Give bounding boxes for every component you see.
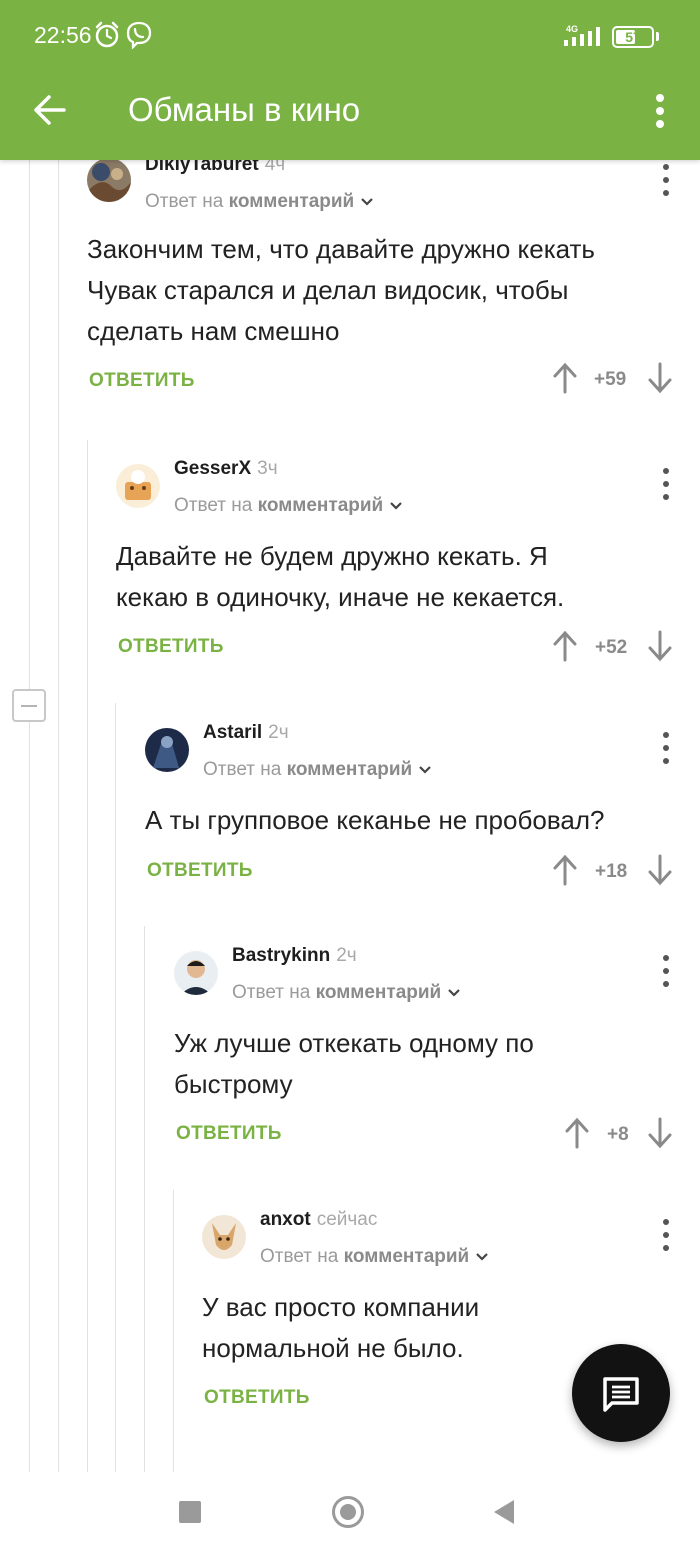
comment-score: +52 xyxy=(595,637,628,658)
reply-button[interactable]: ОТВЕТИТЬ xyxy=(118,636,224,658)
comment-text: Закончим тем, что давайте дружно кекать … xyxy=(87,234,595,346)
reply-button[interactable]: ОТВЕТИТЬ xyxy=(204,1387,310,1409)
downvote-arrow-icon[interactable] xyxy=(646,854,674,886)
recents-square-icon[interactable] xyxy=(179,1501,201,1523)
reply-to-link[interactable]: Ответ на комментарий xyxy=(145,191,374,213)
upvote-arrow-icon[interactable] xyxy=(551,854,579,886)
comment: DiklyTaburet 4ч Ответ на комментарий Зако… xyxy=(87,160,700,414)
reply-button[interactable]: ОТВЕТИТЬ xyxy=(147,860,253,882)
screen: 22:56 4G 57 Обманы в кино DiklyTaburet 4… xyxy=(0,0,700,1556)
avatar[interactable] xyxy=(174,951,218,995)
app-bar: 22:56 4G 57 Обманы в кино xyxy=(0,0,700,160)
comment-menu-button[interactable] xyxy=(656,951,676,991)
battery-percent: 57 xyxy=(625,29,641,45)
thread-line xyxy=(144,926,145,1472)
chevron-down-icon xyxy=(448,989,461,997)
avatar[interactable] xyxy=(145,728,189,772)
battery-tip xyxy=(656,32,659,41)
thread-line xyxy=(173,1190,174,1472)
comment-icon xyxy=(603,1377,639,1412)
comment-text: Давайте не будем дружно кекать. Я кекаю … xyxy=(116,541,565,612)
comment-author[interactable]: anxot сейчас xyxy=(260,1209,377,1231)
page-title: Обманы в кино xyxy=(128,91,361,128)
comment-author[interactable]: Bastrykinn 2ч xyxy=(232,945,357,967)
comment-text: У вас просто компании нормальной не было… xyxy=(202,1292,480,1363)
battery-icon: 57 xyxy=(612,26,654,48)
chevron-down-icon xyxy=(419,766,432,774)
back-button[interactable] xyxy=(24,86,76,134)
comment-text: Уж лучше откекать одному по быстрому xyxy=(174,1028,534,1099)
minus-icon xyxy=(21,705,37,707)
comment-score: +8 xyxy=(607,1124,629,1145)
comments-thread: DiklyTaburet 4ч Ответ на комментарий Зако… xyxy=(0,160,700,1472)
comment-time: 3ч xyxy=(257,458,278,479)
signal-icon xyxy=(564,27,600,46)
downvote-arrow-icon[interactable] xyxy=(646,630,674,662)
thread-line xyxy=(87,440,88,1472)
comment-fab-button[interactable] xyxy=(572,1344,670,1442)
alarm-icon xyxy=(95,21,119,48)
overflow-menu-button[interactable] xyxy=(640,88,680,134)
thread-line xyxy=(115,703,116,1472)
avatar[interactable] xyxy=(202,1215,246,1259)
thread-line xyxy=(29,160,30,689)
downvote-arrow-icon[interactable] xyxy=(646,362,674,394)
viber-icon xyxy=(126,21,152,49)
comment-time: 4ч xyxy=(264,160,286,175)
chevron-down-icon xyxy=(361,198,374,206)
thread-line xyxy=(58,160,59,1472)
comment: GesserX 3ч Ответ на комментарий Давайте н… xyxy=(116,458,700,678)
status-time: 22:56 xyxy=(34,22,92,48)
reply-to-link[interactable]: Ответ на комментарий xyxy=(232,982,461,1004)
comment-time: 2ч xyxy=(336,945,357,966)
comment-author[interactable]: DiklyTaburet 4ч xyxy=(145,160,285,176)
upvote-arrow-icon[interactable] xyxy=(563,1117,591,1149)
comment-score: +59 xyxy=(594,369,627,390)
comment-menu-button[interactable] xyxy=(656,160,676,200)
collapse-thread-button[interactable] xyxy=(12,689,46,722)
comment-menu-button[interactable] xyxy=(656,728,676,768)
avatar[interactable] xyxy=(87,160,131,202)
upvote-arrow-icon[interactable] xyxy=(551,630,579,662)
reply-button[interactable]: ОТВЕТИТЬ xyxy=(176,1123,282,1145)
comment-author[interactable]: GesserX 3ч xyxy=(174,458,278,480)
comment: Bastrykinn 2ч Ответ на комментарий Уж луч… xyxy=(174,945,700,1165)
comment: Astaril 2ч Ответ на комментарий А ты груп… xyxy=(145,722,700,902)
comment-author[interactable]: Astaril 2ч xyxy=(203,722,289,744)
arrow-left-icon xyxy=(34,95,66,125)
comment-time: сейчас xyxy=(316,1209,378,1230)
comment-text: А ты групповое кеканье не пробовал? xyxy=(145,805,605,835)
avatar[interactable] xyxy=(116,464,160,508)
chevron-down-icon xyxy=(390,502,403,510)
back-triangle-icon[interactable] xyxy=(492,1498,516,1526)
reply-to-link[interactable]: Ответ на комментарий xyxy=(260,1246,489,1268)
comment-time: 2ч xyxy=(268,722,289,743)
downvote-arrow-icon[interactable] xyxy=(646,1117,674,1149)
reply-to-link[interactable]: Ответ на комментарий xyxy=(174,495,403,517)
home-circle-icon[interactable] xyxy=(332,1496,364,1528)
reply-button[interactable]: ОТВЕТИТЬ xyxy=(89,370,195,392)
chevron-down-icon xyxy=(476,1253,489,1261)
comment-score: +18 xyxy=(595,861,628,882)
comment-menu-button[interactable] xyxy=(656,1215,676,1255)
reply-to-link[interactable]: Ответ на комментарий xyxy=(203,759,432,781)
comment-menu-button[interactable] xyxy=(656,464,676,504)
system-nav-bar xyxy=(0,1472,700,1556)
upvote-arrow-icon[interactable] xyxy=(551,362,579,394)
more-vertical-icon xyxy=(656,94,664,128)
thread-line xyxy=(29,722,30,1472)
